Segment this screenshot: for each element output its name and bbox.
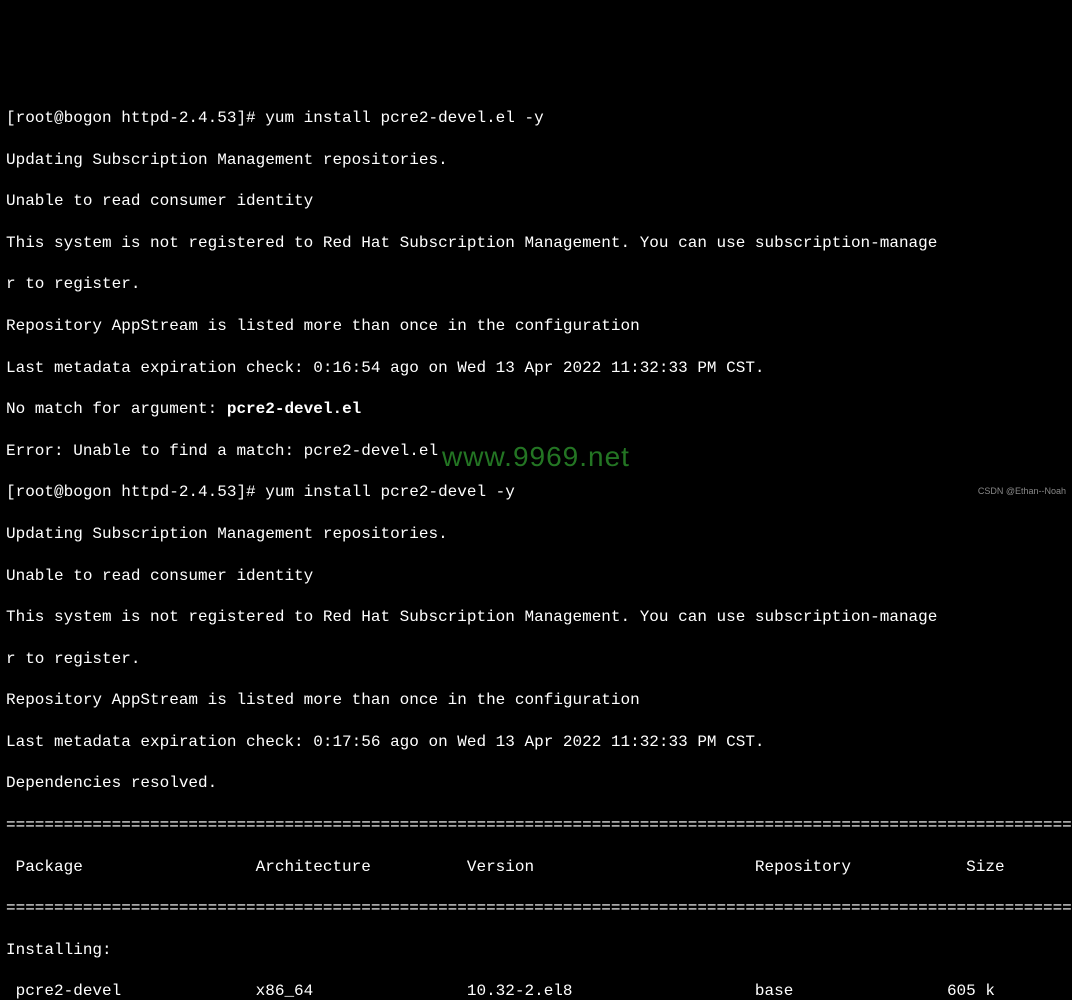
package-row: pcre2-devel x86_64 10.32-2.el8 base 605 … [6, 981, 1066, 1000]
terminal-output[interactable]: [root@bogon httpd-2.4.53]# yum install p… [6, 87, 1066, 1000]
output-line: Last metadata expiration check: 0:17:56 … [6, 732, 1066, 753]
output-line: Dependencies resolved. [6, 773, 1066, 794]
table-divider: ========================================… [6, 898, 1066, 919]
section-label: Installing: [6, 940, 1066, 961]
output-line: r to register. [6, 274, 1066, 295]
output-line: r to register. [6, 649, 1066, 670]
table-header: Package Architecture Version Repository … [6, 857, 1066, 878]
prompt-line: [root@bogon httpd-2.4.53]# yum install p… [6, 482, 1066, 503]
output-line: Unable to read consumer identity [6, 191, 1066, 212]
error-line: Error: Unable to find a match: pcre2-dev… [6, 441, 1066, 462]
output-line: Updating Subscription Management reposit… [6, 524, 1066, 545]
output-line: Last metadata expiration check: 0:16:54 … [6, 358, 1066, 379]
output-line: This system is not registered to Red Hat… [6, 607, 1066, 628]
prompt-line: [root@bogon httpd-2.4.53]# yum install p… [6, 108, 1066, 129]
output-line: Repository AppStream is listed more than… [6, 316, 1066, 337]
output-line: Updating Subscription Management reposit… [6, 150, 1066, 171]
output-line: Repository AppStream is listed more than… [6, 690, 1066, 711]
output-line: This system is not registered to Red Hat… [6, 233, 1066, 254]
output-line: No match for argument: pcre2-devel.el [6, 399, 1066, 420]
table-divider: ========================================… [6, 815, 1066, 836]
bold-arg: pcre2-devel.el [227, 400, 361, 418]
output-line: Unable to read consumer identity [6, 566, 1066, 587]
